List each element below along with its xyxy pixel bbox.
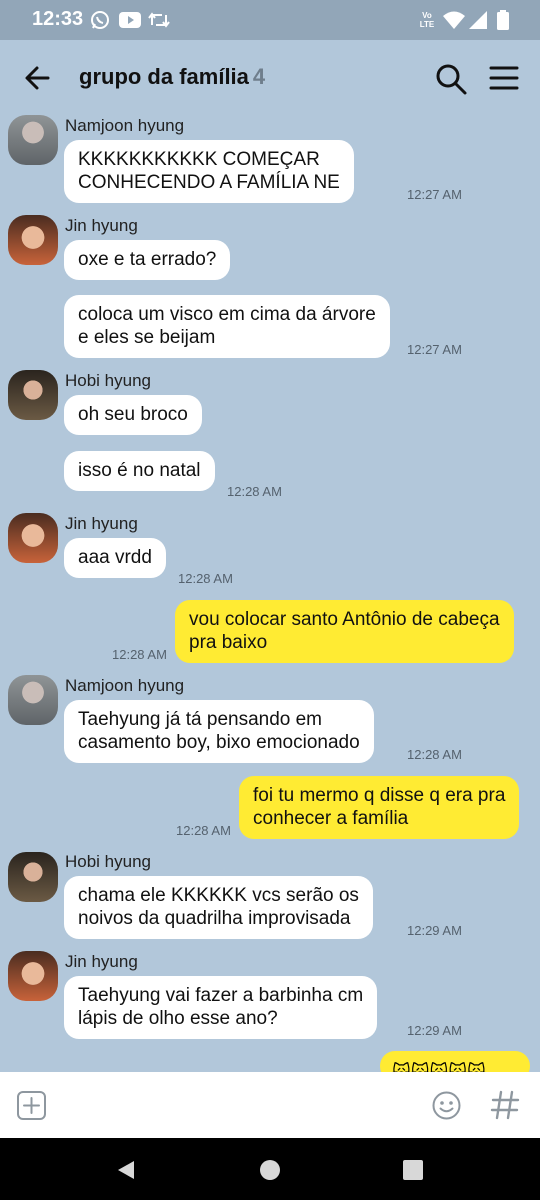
- sender-name: Namjoon hyung: [65, 676, 185, 695]
- status-bar: 12:33 Vo LTE: [0, 0, 540, 40]
- system-nav-bar: [0, 1138, 540, 1200]
- message-time: 12:29 AM: [407, 1023, 462, 1038]
- message-time: 12:27 AM: [407, 342, 462, 357]
- retweet-icon: [148, 9, 170, 31]
- hashtag-button[interactable]: [488, 1086, 522, 1124]
- message-time: 12:28 AM: [227, 484, 282, 499]
- my-message-bubble[interactable]: vou colocar santo Antônio de cabeça pra …: [175, 600, 514, 663]
- message-text-line: lápis de olho esse ano?: [78, 1008, 278, 1029]
- sender-name: Jin hyung: [65, 216, 138, 235]
- message-text-line: CONHECENDO A FAMÍLIA NE: [78, 172, 340, 193]
- nav-back-button[interactable]: [114, 1158, 138, 1182]
- message-bubble[interactable]: oh seu broco: [64, 395, 202, 435]
- message-text-line: foi tu mermo q disse q era pra: [253, 785, 506, 806]
- whatsapp-icon: [89, 9, 111, 31]
- message-time: 12:28 AM: [176, 823, 231, 838]
- back-triangle-icon: [118, 1161, 134, 1179]
- message-text-line: chama ele KKKKKK vcs serão os: [78, 885, 359, 906]
- message-text-line: KKKKKKKKKKK COMEÇAR: [78, 149, 320, 170]
- emoji-button[interactable]: [431, 1090, 462, 1121]
- menu-button[interactable]: [488, 62, 520, 94]
- home-circle-icon: [260, 1160, 280, 1180]
- avatar-jin[interactable]: [8, 513, 58, 563]
- attach-button[interactable]: [16, 1090, 47, 1121]
- message-bubble[interactable]: KKKKKKKKKKK COMEÇAR CONHECENDO A FAMÍLIA…: [64, 140, 354, 203]
- message-text-line: casamento boy, bixo emocionado: [78, 732, 360, 753]
- chat-title: grupo da família 4: [79, 64, 265, 90]
- message-bubble[interactable]: oxe e ta errado?: [64, 240, 231, 280]
- message-text-line: pra baixo: [189, 632, 268, 653]
- avatar-jin[interactable]: [8, 951, 58, 1001]
- message-text-line: conhecer a família: [253, 808, 409, 829]
- message-bubble[interactable]: chama ele KKKKKK vcs serão os noivos da …: [64, 876, 373, 939]
- volte-icon: Vo LTE: [416, 9, 438, 31]
- volte-line1: Vo: [422, 11, 432, 20]
- nav-recents-button[interactable]: [401, 1158, 425, 1182]
- sender-name: Namjoon hyung: [65, 116, 185, 135]
- avatar-jin[interactable]: [8, 215, 58, 265]
- message-bubble[interactable]: Taehyung já tá pensando em casamento boy…: [64, 700, 374, 763]
- sender-name: Jin hyung: [65, 952, 138, 971]
- volte-line2: LTE: [419, 20, 435, 29]
- message-text-line: oxe e ta errado?: [78, 249, 217, 270]
- input-bar: [0, 1072, 540, 1138]
- message-bubble[interactable]: Taehyung vai fazer a barbinha cm lápis d…: [64, 976, 378, 1039]
- sender-name: Jin hyung: [65, 514, 138, 533]
- message-text-line: vou colocar santo Antônio de cabeça: [189, 609, 500, 630]
- message-text-line: noivos da quadrilha improvisada: [78, 908, 351, 929]
- my-message-bubble[interactable]: foi tu mermo q disse q era pra conhecer …: [239, 776, 520, 839]
- member-count: 4: [252, 64, 266, 89]
- message-text-line: Taehyung já tá pensando em: [78, 709, 323, 730]
- message-text-line: oh seu broco: [78, 404, 188, 425]
- message-text-line: isso é no natal: [78, 460, 201, 481]
- message-time: 12:28 AM: [178, 571, 233, 586]
- battery-icon: [495, 9, 511, 31]
- sender-name: Hobi hyung: [65, 852, 152, 871]
- message-text-line: coloca um visco em cima da árvore: [78, 304, 376, 325]
- nav-home-button[interactable]: [258, 1158, 282, 1182]
- avatar-hobi[interactable]: [8, 852, 58, 902]
- wifi-icon: [442, 9, 466, 31]
- signal-icon: [468, 9, 488, 31]
- chat-title-text: grupo da família: [79, 64, 249, 89]
- youtube-icon: [118, 9, 142, 31]
- search-icon: [436, 64, 467, 95]
- back-arrow-icon: [25, 66, 50, 90]
- search-button[interactable]: [434, 62, 468, 96]
- message-time: 12:28 AM: [407, 747, 462, 762]
- sender-name: Hobi hyung: [65, 371, 152, 390]
- message-text-line: Taehyung vai fazer a barbinha cm: [78, 985, 364, 1006]
- message-text-line: e eles se beijam: [78, 327, 216, 348]
- hashtag-icon: [490, 1090, 520, 1120]
- chat-header: grupo da família 4: [0, 40, 540, 116]
- plus-box-icon: [17, 1091, 46, 1120]
- hamburger-menu-icon: [489, 66, 519, 90]
- emoji-icon: [432, 1091, 461, 1120]
- recents-square-icon: [403, 1160, 423, 1180]
- avatar-hobi[interactable]: [8, 370, 58, 420]
- message-text-line: aaa vrdd: [78, 547, 152, 568]
- message-bubble[interactable]: coloca um visco em cima da árvore e eles…: [64, 295, 390, 358]
- status-time: 12:33: [32, 8, 84, 30]
- message-bubble[interactable]: isso é no natal: [64, 451, 215, 491]
- message-bubble[interactable]: aaa vrdd: [64, 538, 166, 578]
- message-time: 12:29 AM: [407, 923, 462, 938]
- message-time: 12:28 AM: [112, 647, 167, 662]
- message-time: 12:27 AM: [407, 187, 462, 202]
- back-button[interactable]: [20, 60, 56, 96]
- avatar-namjoon[interactable]: [8, 675, 58, 725]
- avatar-namjoon[interactable]: [8, 115, 58, 165]
